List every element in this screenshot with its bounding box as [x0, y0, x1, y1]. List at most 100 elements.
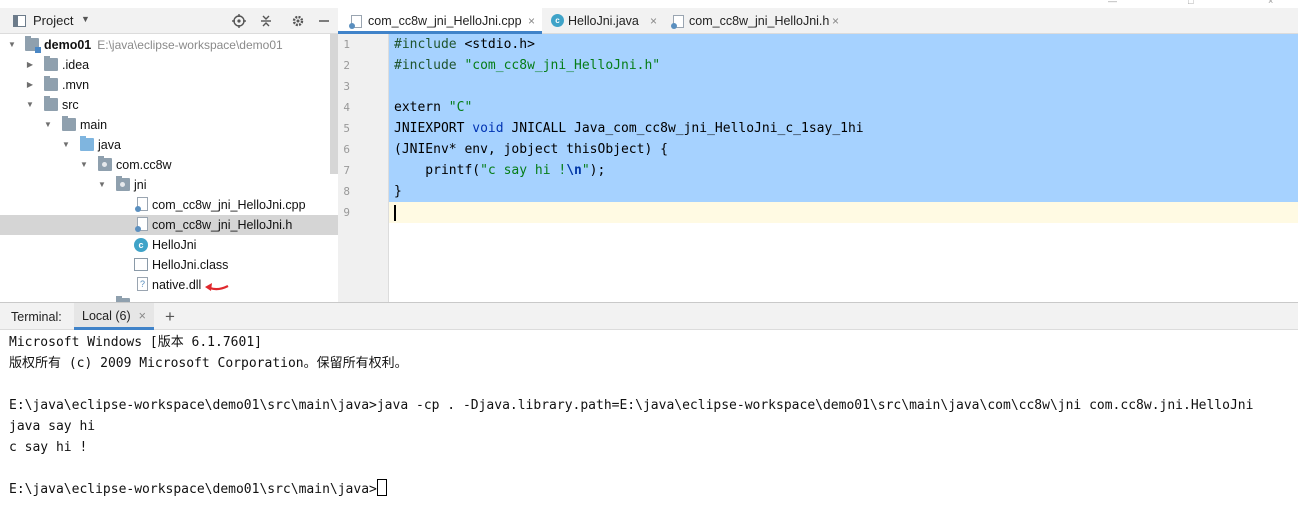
tree-item-label: .idea — [62, 58, 90, 72]
close-icon[interactable]: × — [832, 8, 839, 34]
tree-item-idea[interactable]: ▶ .idea — [0, 55, 338, 75]
code-token: ); — [589, 163, 606, 178]
module-folder-icon — [25, 36, 41, 53]
tab-label: com_cc8w_jni_HelloJni.h — [689, 14, 830, 28]
tree-item-src[interactable]: ▼ src — [0, 95, 338, 115]
terminal-prompt-line: E:\java\eclipse-workspace\demo01\src\mai… — [9, 479, 387, 500]
close-icon[interactable]: × — [139, 309, 146, 323]
expand-arrow-icon[interactable]: ▼ — [78, 155, 90, 175]
tree-item-label: src — [62, 98, 79, 112]
tree-item-h-file[interactable]: com_cc8w_jni_HelloJni.h — [0, 215, 338, 235]
tab-label: com_cc8w_jni_HelloJni.cpp — [368, 14, 522, 28]
terminal-line: c say hi ! — [9, 440, 88, 455]
expand-arrow-icon[interactable]: ▼ — [96, 175, 108, 195]
tab-label: Local (6) — [82, 309, 131, 323]
code-line: #include "com_cc8w_jni_HelloJni.h" — [394, 55, 660, 76]
crosshair-icon[interactable] — [230, 12, 248, 30]
tree-item-java[interactable]: ▼ java — [0, 135, 338, 155]
project-panel-title[interactable]: Project — [33, 13, 73, 28]
java-class-icon: c — [134, 238, 148, 252]
line-number: 5 — [343, 122, 350, 135]
code-token: "C" — [448, 100, 473, 115]
chevron-down-icon[interactable]: ▼ — [81, 14, 90, 24]
project-panel-header: Project ▼ — [0, 8, 338, 34]
close-icon[interactable]: × — [650, 8, 657, 34]
line-number: 8 — [343, 185, 350, 198]
current-line-highlight — [389, 202, 1298, 223]
code-token: JNIEXPORT — [394, 121, 473, 136]
cpp-file-icon — [349, 15, 362, 29]
minimize-window-icon[interactable]: — — [1108, 0, 1117, 6]
collapse-arrow-icon[interactable]: ▶ — [96, 295, 108, 302]
java-class-icon: c — [551, 14, 564, 27]
expand-arrow-icon[interactable]: ▼ — [60, 135, 72, 155]
add-terminal-icon[interactable]: + — [165, 307, 175, 327]
line-number-gutter: 1 2 3 4 5 6 7 8 9 — [338, 34, 389, 302]
tree-item-label: HelloJni.class — [152, 258, 229, 272]
header-file-icon — [135, 217, 148, 232]
code-line: (JNIEnv* env, jobject thisObject) { — [394, 139, 668, 160]
cpp-file-icon — [135, 197, 148, 212]
code-token: #include — [394, 37, 465, 52]
expand-arrow-icon[interactable]: ▼ — [24, 95, 36, 115]
tree-item-com-cc8w[interactable]: ▼ com.cc8w — [0, 155, 338, 175]
package-icon — [116, 176, 130, 191]
minimize-icon[interactable] — [315, 12, 333, 30]
editor-tab-bar: com_cc8w_jni_HelloJni.cpp × c HelloJni.j… — [338, 8, 1298, 34]
code-token: #include — [394, 58, 465, 73]
line-number: 3 — [343, 80, 350, 93]
line-number: 2 — [343, 59, 350, 72]
close-icon[interactable]: × — [528, 8, 535, 34]
tree-item-partial[interactable]: ▶ — [0, 295, 338, 302]
tree-item-jni[interactable]: ▼ jni — [0, 175, 338, 195]
collapse-arrow-icon[interactable]: ▶ — [24, 75, 36, 95]
window-controls: — □ × — [1078, 0, 1298, 8]
tree-item-label: native.dll — [152, 278, 202, 292]
line-number: 1 — [343, 38, 350, 51]
terminal-line: 版权所有 (c) 2009 Microsoft Corporation。保留所有… — [9, 356, 408, 371]
tree-item-hellojni[interactable]: c HelloJni — [0, 235, 338, 255]
package-icon — [98, 156, 112, 171]
maximize-window-icon[interactable]: □ — [1188, 0, 1193, 6]
tree-item-hellojni-class[interactable]: HelloJni.class — [0, 255, 338, 275]
code-line: extern "C" — [394, 97, 472, 118]
tab-terminal-local[interactable]: Local (6) × — [74, 303, 154, 330]
project-tree: ▼ demo01 E:\java\eclipse-workspace\demo01… — [0, 34, 338, 302]
code-token: (JNIEnv* env, jobject thisObject) { — [394, 142, 668, 157]
text-caret — [394, 205, 396, 221]
folder-icon — [44, 56, 58, 71]
folder-icon — [62, 116, 76, 131]
tab-cpp-file[interactable]: com_cc8w_jni_HelloJni.cpp × — [338, 8, 542, 34]
class-file-icon — [134, 258, 148, 271]
code-editor[interactable]: #include <stdio.h> #include "com_cc8w_jni… — [389, 34, 1298, 302]
tree-item-native-dll[interactable]: ? native.dll — [0, 275, 338, 295]
line-number: 6 — [343, 143, 350, 156]
expand-arrow-icon[interactable]: ▼ — [42, 115, 54, 135]
code-token: } — [394, 184, 402, 199]
close-window-icon[interactable]: × — [1268, 0, 1273, 6]
code-token: void — [472, 121, 512, 136]
tree-item-main[interactable]: ▼ main — [0, 115, 338, 135]
line-number: 9 — [343, 206, 350, 219]
tree-item-label: com_cc8w_jni_HelloJni.cpp — [152, 198, 306, 212]
header-file-icon — [671, 15, 684, 29]
gear-icon[interactable] — [289, 12, 307, 30]
tree-scrollbar[interactable] — [330, 34, 338, 174]
code-token: printf( — [394, 163, 481, 178]
collapse-all-icon[interactable] — [257, 12, 275, 30]
tree-item-demo01[interactable]: ▼ demo01 E:\java\eclipse-workspace\demo01 — [0, 35, 338, 55]
tab-java-file[interactable]: c HelloJni.java × — [542, 8, 662, 34]
code-line: printf("c say hi !\n"); — [394, 160, 605, 181]
tree-item-label: com.cc8w — [116, 158, 172, 172]
code-line: JNIEXPORT void JNICALL Java_com_cc8w_jni… — [394, 118, 864, 139]
code-token: "com_cc8w_jni_HelloJni.h" — [464, 58, 661, 73]
expand-arrow-icon[interactable]: ▼ — [6, 35, 18, 55]
tree-item-cpp-file[interactable]: com_cc8w_jni_HelloJni.cpp — [0, 195, 338, 215]
collapse-arrow-icon[interactable]: ▶ — [24, 55, 36, 75]
terminal-label: Terminal: — [11, 310, 62, 324]
code-token: "c say hi ! — [480, 163, 567, 178]
terminal-output[interactable]: Microsoft Windows [版本 6.1.7601] 版权所有 (c)… — [0, 330, 1298, 511]
tree-item-path: E:\java\eclipse-workspace\demo01 — [97, 38, 283, 52]
tab-h-file[interactable]: com_cc8w_jni_HelloJni.h × — [662, 8, 852, 34]
tree-item-mvn[interactable]: ▶ .mvn — [0, 75, 338, 95]
